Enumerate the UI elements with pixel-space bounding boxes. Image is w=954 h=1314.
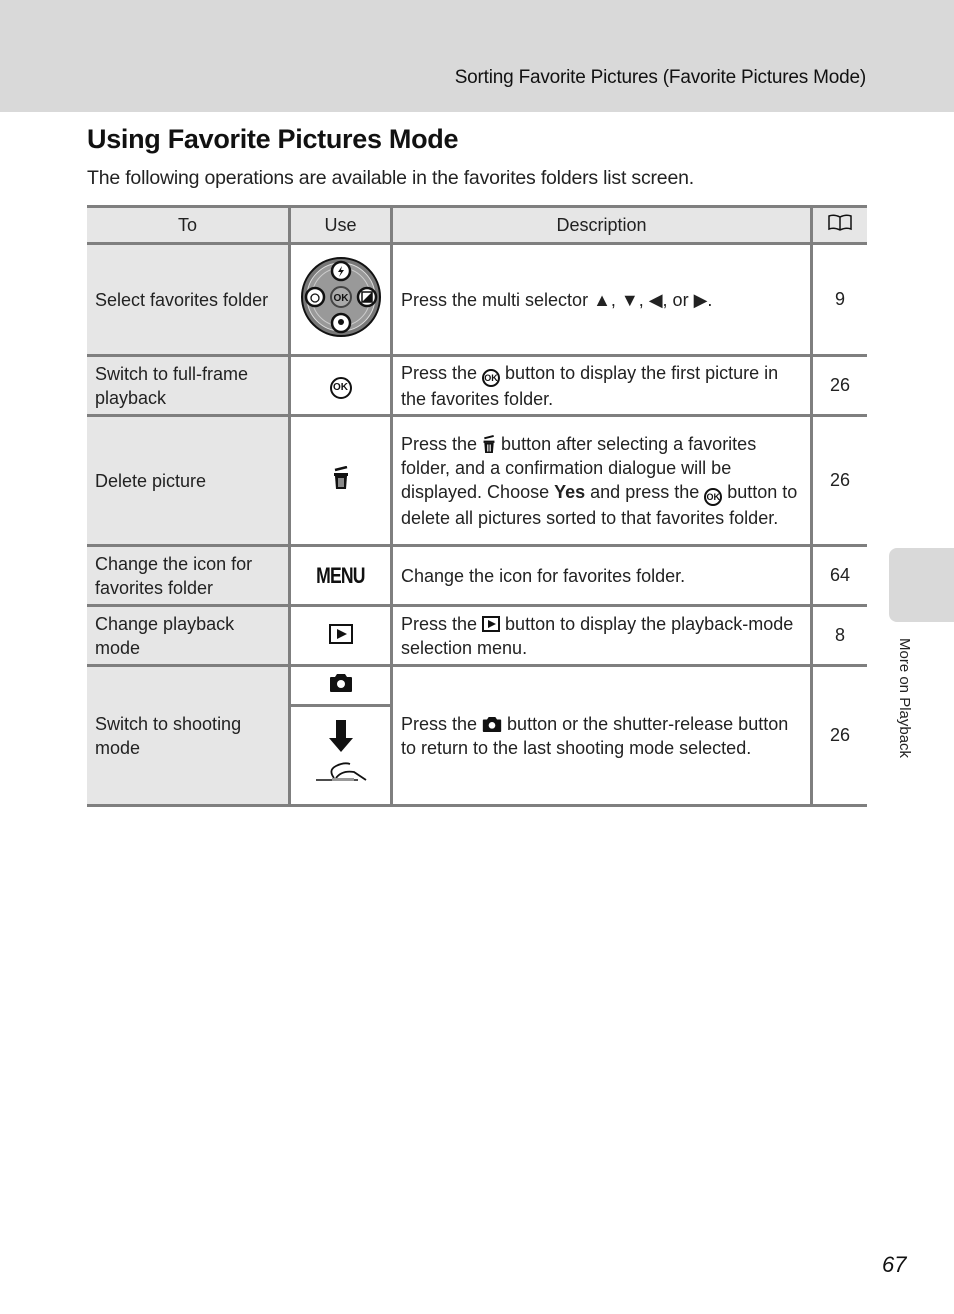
row-to: Delete picture [87, 414, 291, 547]
playback-button-icon [328, 624, 353, 644]
row-use: OK [288, 354, 393, 417]
row-use [288, 414, 393, 547]
shutter-release-icon [315, 720, 366, 781]
menu-button-icon: MENU [316, 562, 365, 588]
section-tab-marker [889, 548, 954, 622]
row-to: Change the icon for favorites folder [87, 544, 291, 607]
table-row: Select favorites folder OK Press the mul [87, 242, 867, 357]
ok-button-icon: OK [329, 377, 352, 399]
operations-table: To Use Description Select favorites fold… [87, 205, 867, 807]
row-use: MENU [288, 544, 393, 607]
header-reference [810, 205, 867, 245]
playback-button-icon [482, 615, 501, 632]
svg-text:OK: OK [333, 293, 349, 304]
row-description: Press the button after selecting a favor… [390, 414, 813, 547]
intro-text: The following operations are available i… [87, 167, 694, 189]
row-page-ref: 26 [810, 664, 867, 807]
ok-button-icon: OK [704, 487, 723, 506]
row-description: Change the icon for favorites folder. [390, 544, 813, 607]
multi-selector-arrows: ▲, ▼, ◀, or ▶ [593, 289, 708, 310]
row-description: Press the button or the shutter-release … [390, 664, 813, 807]
book-reference-icon [828, 213, 852, 231]
row-to: Select favorites folder [87, 242, 291, 357]
row-use-camera [288, 664, 393, 707]
row-to: Switch to shooting mode [87, 664, 291, 807]
table-row: Change playback mode Press the button to… [87, 604, 867, 667]
table-row: Switch to full-frame playback OK Press t… [87, 354, 867, 417]
page-title: Using Favorite Pictures Mode [87, 124, 459, 154]
row-page-ref: 9 [810, 242, 867, 357]
row-use: OK [288, 242, 393, 357]
running-head: Sorting Favorite Pictures (Favorite Pict… [454, 67, 867, 88]
header-band [0, 0, 954, 112]
row-page-ref: 64 [810, 544, 867, 607]
trash-icon [333, 465, 348, 489]
row-page-ref: 26 [810, 354, 867, 417]
camera-icon [329, 674, 352, 692]
row-use [288, 604, 393, 667]
multi-selector-icon: OK [300, 257, 381, 337]
row-description: Press the button to display the playback… [390, 604, 813, 667]
row-use-shutter [289, 704, 392, 807]
row-description: Press the multi selector ▲, ▼, ◀, or ▶. [390, 242, 813, 357]
page-number: 67 [882, 1252, 907, 1277]
yes-option-label: Yes [554, 481, 586, 502]
row-to: Change playback mode [87, 604, 291, 667]
camera-icon [482, 717, 502, 733]
table-row: Switch to shooting mode Press the button… [87, 664, 867, 807]
section-side-label: More on Playback [896, 638, 913, 759]
row-to: Switch to full-frame playback [87, 354, 291, 417]
header-to: To [87, 205, 291, 245]
header-description: Description [390, 205, 813, 245]
table-header-row: To Use Description [87, 205, 867, 245]
trash-icon [483, 435, 495, 454]
ok-button-icon: OK [482, 368, 501, 387]
header-use: Use [288, 205, 393, 245]
table-row: Delete picture Press the button after se… [87, 414, 867, 547]
row-page-ref: 26 [810, 414, 867, 547]
row-page-ref: 8 [810, 604, 867, 667]
row-description: Press the OK button to display the first… [390, 354, 813, 417]
table-row: Change the icon for favorites folder MEN… [87, 544, 867, 607]
